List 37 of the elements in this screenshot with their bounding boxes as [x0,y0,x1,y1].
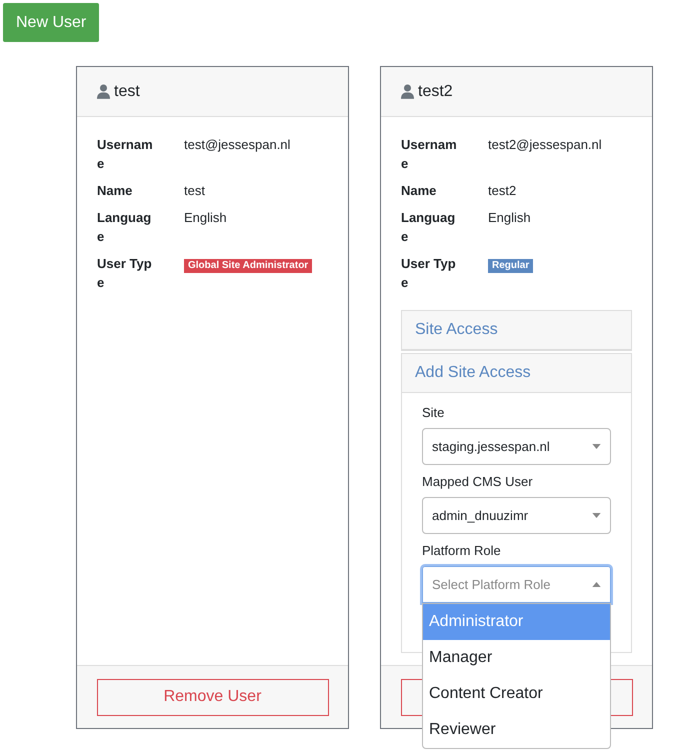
new-user-button[interactable]: New User [3,3,100,42]
field-label: Platform Role [422,543,502,558]
dropdown-option[interactable]: Reviewer [423,712,610,748]
detail-value: test2 [488,183,516,198]
detail-label: Username [401,136,458,173]
user-type-badge: Regular [488,259,534,273]
detail-value: test@jessespan.nl [184,137,290,152]
remove-user-button[interactable]: Remove User [96,678,328,716]
field-label: Mapped CMS User [422,474,534,489]
user-type-badge: Global Site Administrator [184,259,312,273]
detail-label: Name [97,182,134,200]
select-field[interactable]: Select Platform Role [422,566,611,603]
detail-value: English [488,210,531,225]
detail-label: User Type [401,255,457,292]
dropdown-option[interactable]: Manager [423,640,610,676]
select-field[interactable]: admin_dnuuzimr [422,497,611,534]
detail-label: Language [401,209,456,246]
caret-icon [592,582,601,587]
detail-value: test [184,183,205,198]
caret-icon [592,444,601,449]
detail-value: English [184,210,227,225]
detail-label: Name [401,182,438,200]
detail-value: test2@jessespan.nl [488,137,602,152]
user-name-title: test2 [418,82,453,100]
panel-header[interactable]: Site Access [402,311,631,350]
detail-label: Username [97,136,154,173]
dropdown-option[interactable]: Content Creator [423,676,610,712]
detail-label: Language [97,209,152,246]
user-icon [97,84,110,99]
user-icon [401,84,414,99]
field-label: Site [422,405,446,420]
select-field[interactable]: staging.jessespan.nl [422,428,611,465]
user-name-title: test [114,82,140,100]
caret-icon [592,513,601,518]
dropdown-option[interactable]: Administrator [423,604,610,640]
panel-header[interactable]: Add Site Access [402,354,631,393]
detail-label: User Type [97,255,153,292]
